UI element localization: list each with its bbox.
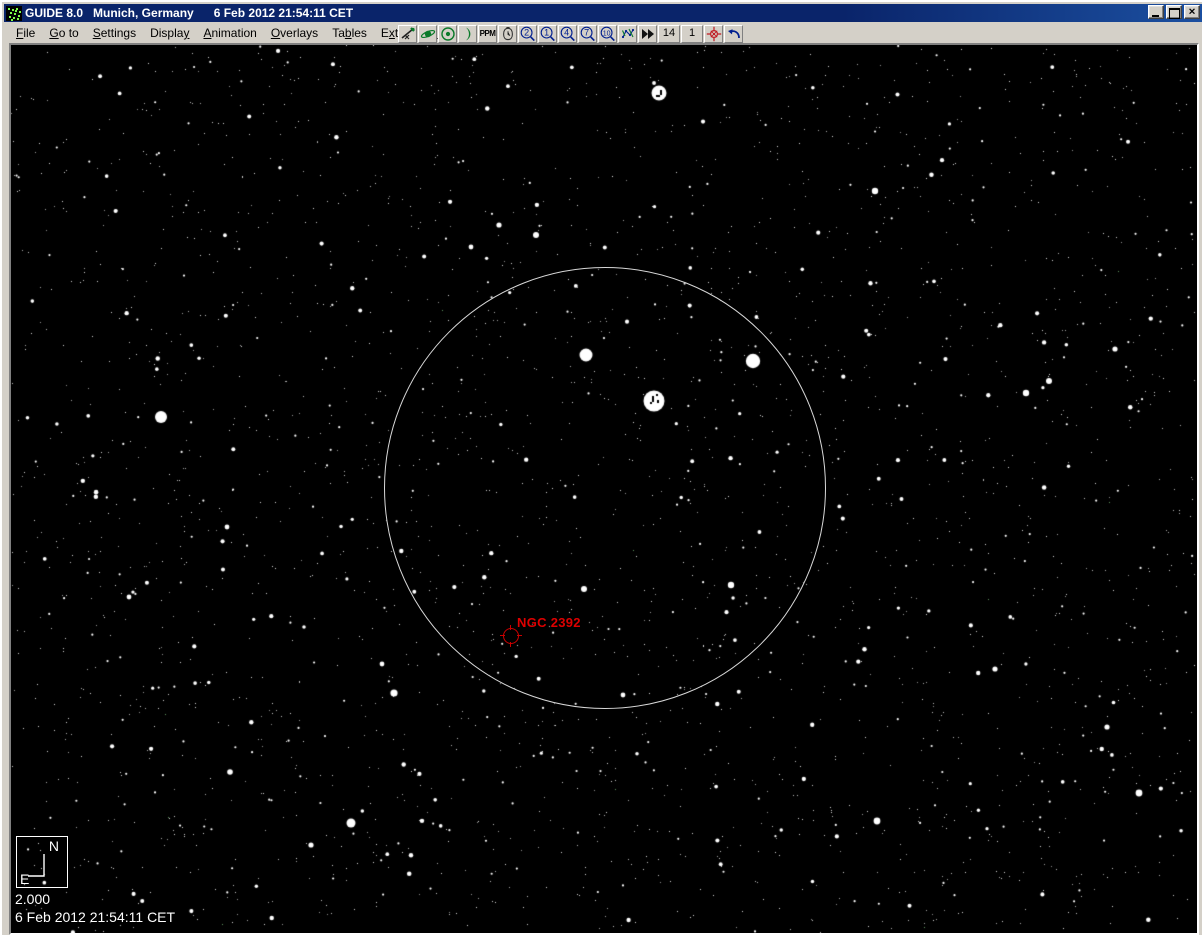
close-icon: ✕ <box>1188 8 1196 17</box>
zoom-level-10-icon[interactable]: 10 <box>598 25 617 43</box>
field-of-view-circle <box>384 267 826 709</box>
menu-item-display[interactable]: Display <box>143 24 196 42</box>
fast-forward-icon[interactable] <box>638 25 657 43</box>
menu-item-overlays[interactable]: Overlays <box>264 24 325 42</box>
marker-tick-left <box>500 635 505 636</box>
moon-icon[interactable] <box>458 25 477 43</box>
clock-icon[interactable] <box>498 25 517 43</box>
svg-text:10: 10 <box>603 30 611 37</box>
menu-item-file[interactable]: File <box>9 24 42 42</box>
svg-text:1: 1 <box>544 27 549 37</box>
menu-item-goto[interactable]: Go to <box>42 24 85 42</box>
compass-rose: N E <box>16 836 68 888</box>
planet-saturn-icon[interactable] <box>418 25 437 43</box>
svg-text:4: 4 <box>564 27 569 37</box>
menu-item-tables[interactable]: Tables <box>325 24 374 42</box>
ngc-2392-label: NGC 2392 <box>517 615 581 630</box>
compass-north-label: N <box>49 839 59 853</box>
window-controls: ✕ <box>1148 5 1200 19</box>
compass-east-label: E <box>20 872 29 886</box>
constellation-lines-icon[interactable] <box>618 25 637 43</box>
zoom-level-1-icon[interactable]: 1 <box>538 25 557 43</box>
center-target-icon[interactable] <box>704 25 723 43</box>
app-icon <box>6 6 22 21</box>
magnitude-14-button[interactable]: 14 <box>658 25 680 43</box>
marker-tick-bottom <box>510 642 511 647</box>
menu-item-animation[interactable]: Animation <box>196 24 263 42</box>
sky-chart[interactable]: NGC 2392 N E 2.000 6 Feb 2012 21:54:11 C… <box>11 45 1197 933</box>
svg-text:7: 7 <box>584 27 589 37</box>
telescope-icon[interactable] <box>398 25 417 43</box>
close-button[interactable]: ✕ <box>1184 5 1200 19</box>
zoom-level-7-icon[interactable]: 7 <box>578 25 597 43</box>
zoom-level-4-icon[interactable]: 4 <box>558 25 577 43</box>
marker-tick-top <box>510 625 511 630</box>
toolbar: PPM214710141 <box>398 24 744 43</box>
ppm-catalog-icon[interactable]: PPM <box>478 25 497 43</box>
svg-text:2: 2 <box>524 27 529 37</box>
minimize-button[interactable] <box>1148 5 1164 19</box>
datetime-status: 6 Feb 2012 21:54:11 CET <box>15 910 175 925</box>
magnitude-1-button[interactable]: 1 <box>681 25 703 43</box>
guide-application-window: GUIDE 8.0 Munich, Germany 6 Feb 2012 21:… <box>0 0 1202 935</box>
menu-item-settings[interactable]: Settings <box>86 24 143 42</box>
window-title: GUIDE 8.0 Munich, Germany 6 Feb 2012 21:… <box>25 6 353 20</box>
maximize-button[interactable] <box>1166 5 1182 19</box>
undo-icon[interactable] <box>724 25 743 43</box>
zoom-level-2-icon[interactable]: 2 <box>518 25 537 43</box>
title-bar: GUIDE 8.0 Munich, Germany 6 Feb 2012 21:… <box>4 4 1202 22</box>
sun-icon[interactable] <box>438 25 457 43</box>
marker-tick-right <box>517 635 522 636</box>
zoom-level-status: 2.000 <box>15 892 50 907</box>
sky-chart-panel[interactable]: NGC 2392 N E 2.000 6 Feb 2012 21:54:11 C… <box>9 43 1199 935</box>
marker-ring <box>503 628 519 644</box>
